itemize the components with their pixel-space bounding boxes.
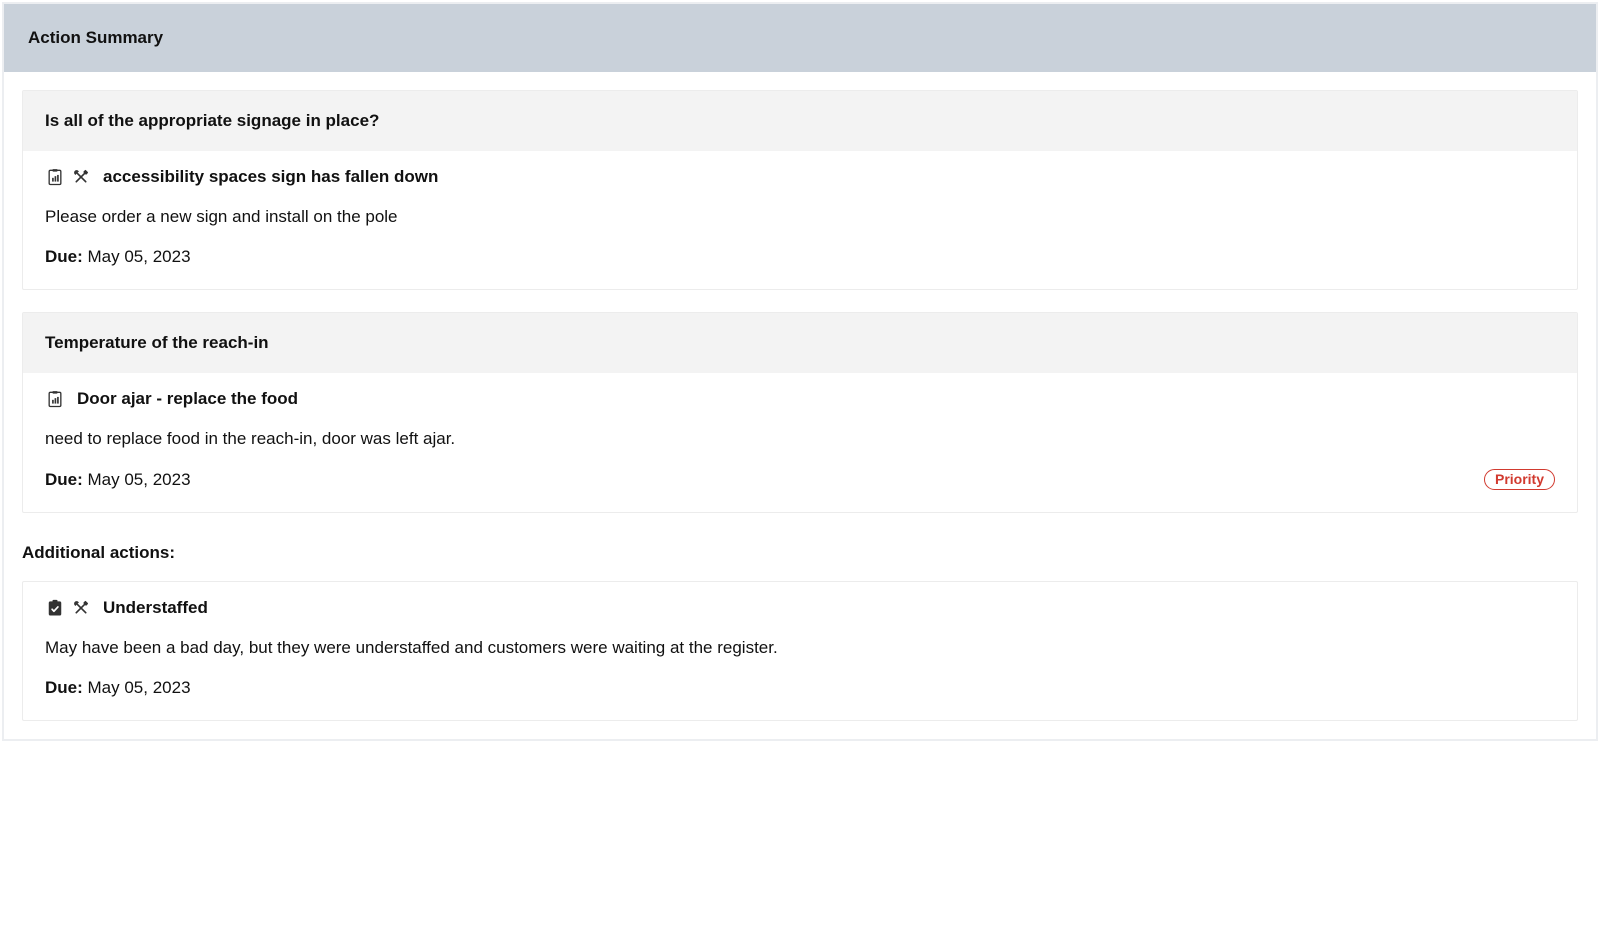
- tools-icon: [71, 167, 91, 187]
- item-title: accessibility spaces sign has fallen dow…: [103, 167, 438, 187]
- action-section: Is all of the appropriate signage in pla…: [22, 90, 1578, 290]
- additional-actions-heading: Additional actions:: [22, 543, 1578, 563]
- item-icons: [45, 389, 65, 409]
- item-description: May have been a bad day, but they were u…: [45, 638, 1555, 658]
- item-title-row: Door ajar - replace the food: [45, 389, 1555, 409]
- due-value: May 05, 2023: [88, 678, 191, 697]
- page-title: Action Summary: [28, 28, 1572, 48]
- item-description: need to replace food in the reach-in, do…: [45, 429, 1555, 449]
- action-section: Understaffed May have been a bad day, bu…: [22, 581, 1578, 721]
- due-label: Due:: [45, 470, 83, 489]
- clipboard-chart-icon: [45, 389, 65, 409]
- due-value: May 05, 2023: [88, 247, 191, 266]
- section-header-bar: Action Summary: [4, 4, 1596, 72]
- tools-icon: [71, 598, 91, 618]
- clipboard-chart-icon: [45, 167, 65, 187]
- section-body: Door ajar - replace the food need to rep…: [23, 373, 1577, 512]
- item-icons: [45, 598, 91, 618]
- item-title-row: accessibility spaces sign has fallen dow…: [45, 167, 1555, 187]
- due-value: May 05, 2023: [88, 470, 191, 489]
- item-icons: [45, 167, 91, 187]
- priority-badge: Priority: [1484, 469, 1555, 490]
- due-row: Due: May 05, 2023 Priority: [45, 469, 1555, 490]
- due-label: Due:: [45, 247, 83, 266]
- item-title: Understaffed: [103, 598, 208, 618]
- item-title-row: Understaffed: [45, 598, 1555, 618]
- item-description: Please order a new sign and install on t…: [45, 207, 1555, 227]
- section-question: Temperature of the reach-in: [23, 313, 1577, 373]
- action-section: Temperature of the reach-in: [22, 312, 1578, 513]
- content-area: Is all of the appropriate signage in pla…: [4, 72, 1596, 739]
- due-label: Due:: [45, 678, 83, 697]
- due-row: Due: May 05, 2023: [45, 247, 1555, 267]
- clipboard-check-filled-icon: [45, 598, 65, 618]
- item-title: Door ajar - replace the food: [77, 389, 298, 409]
- section-question: Is all of the appropriate signage in pla…: [23, 91, 1577, 151]
- due-row: Due: May 05, 2023: [45, 678, 1555, 698]
- section-body: accessibility spaces sign has fallen dow…: [23, 151, 1577, 289]
- action-summary-panel: Action Summary Is all of the appropriate…: [2, 2, 1598, 741]
- section-body: Understaffed May have been a bad day, bu…: [23, 582, 1577, 720]
